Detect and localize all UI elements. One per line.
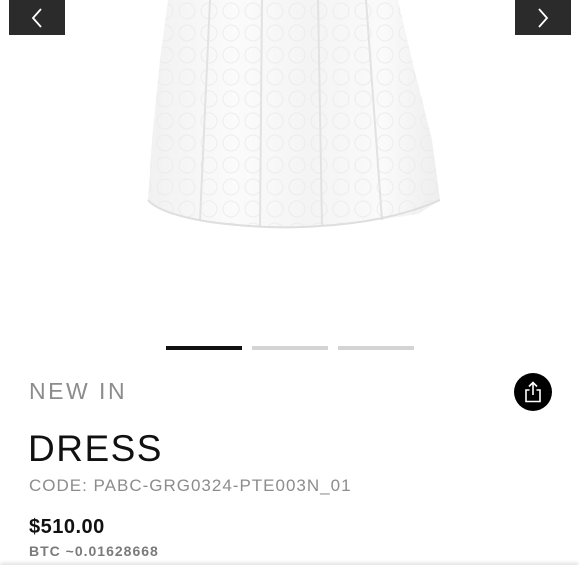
pagination-dot-1[interactable] xyxy=(166,346,242,350)
product-price: $510.00 xyxy=(29,516,105,538)
chevron-left-icon xyxy=(31,7,42,28)
product-image-gallery[interactable] xyxy=(0,0,579,330)
pagination-dot-3[interactable] xyxy=(338,346,414,350)
new-in-badge: NEW IN xyxy=(29,378,128,404)
btc-price: BTC ~0.01628668 xyxy=(29,543,159,559)
product-code: CODE: PABC-GRG0324-PTE003N_01 xyxy=(29,476,352,495)
bottom-divider xyxy=(0,565,579,580)
dress-product-image xyxy=(147,0,441,229)
gallery-pagination xyxy=(0,346,579,350)
chevron-right-icon xyxy=(538,7,549,28)
next-image-button[interactable] xyxy=(515,0,571,35)
share-button[interactable] xyxy=(514,373,552,411)
previous-image-button[interactable] xyxy=(9,0,65,35)
pagination-dot-2[interactable] xyxy=(252,346,328,350)
product-title: DRESS xyxy=(28,428,163,469)
share-icon xyxy=(525,381,541,403)
